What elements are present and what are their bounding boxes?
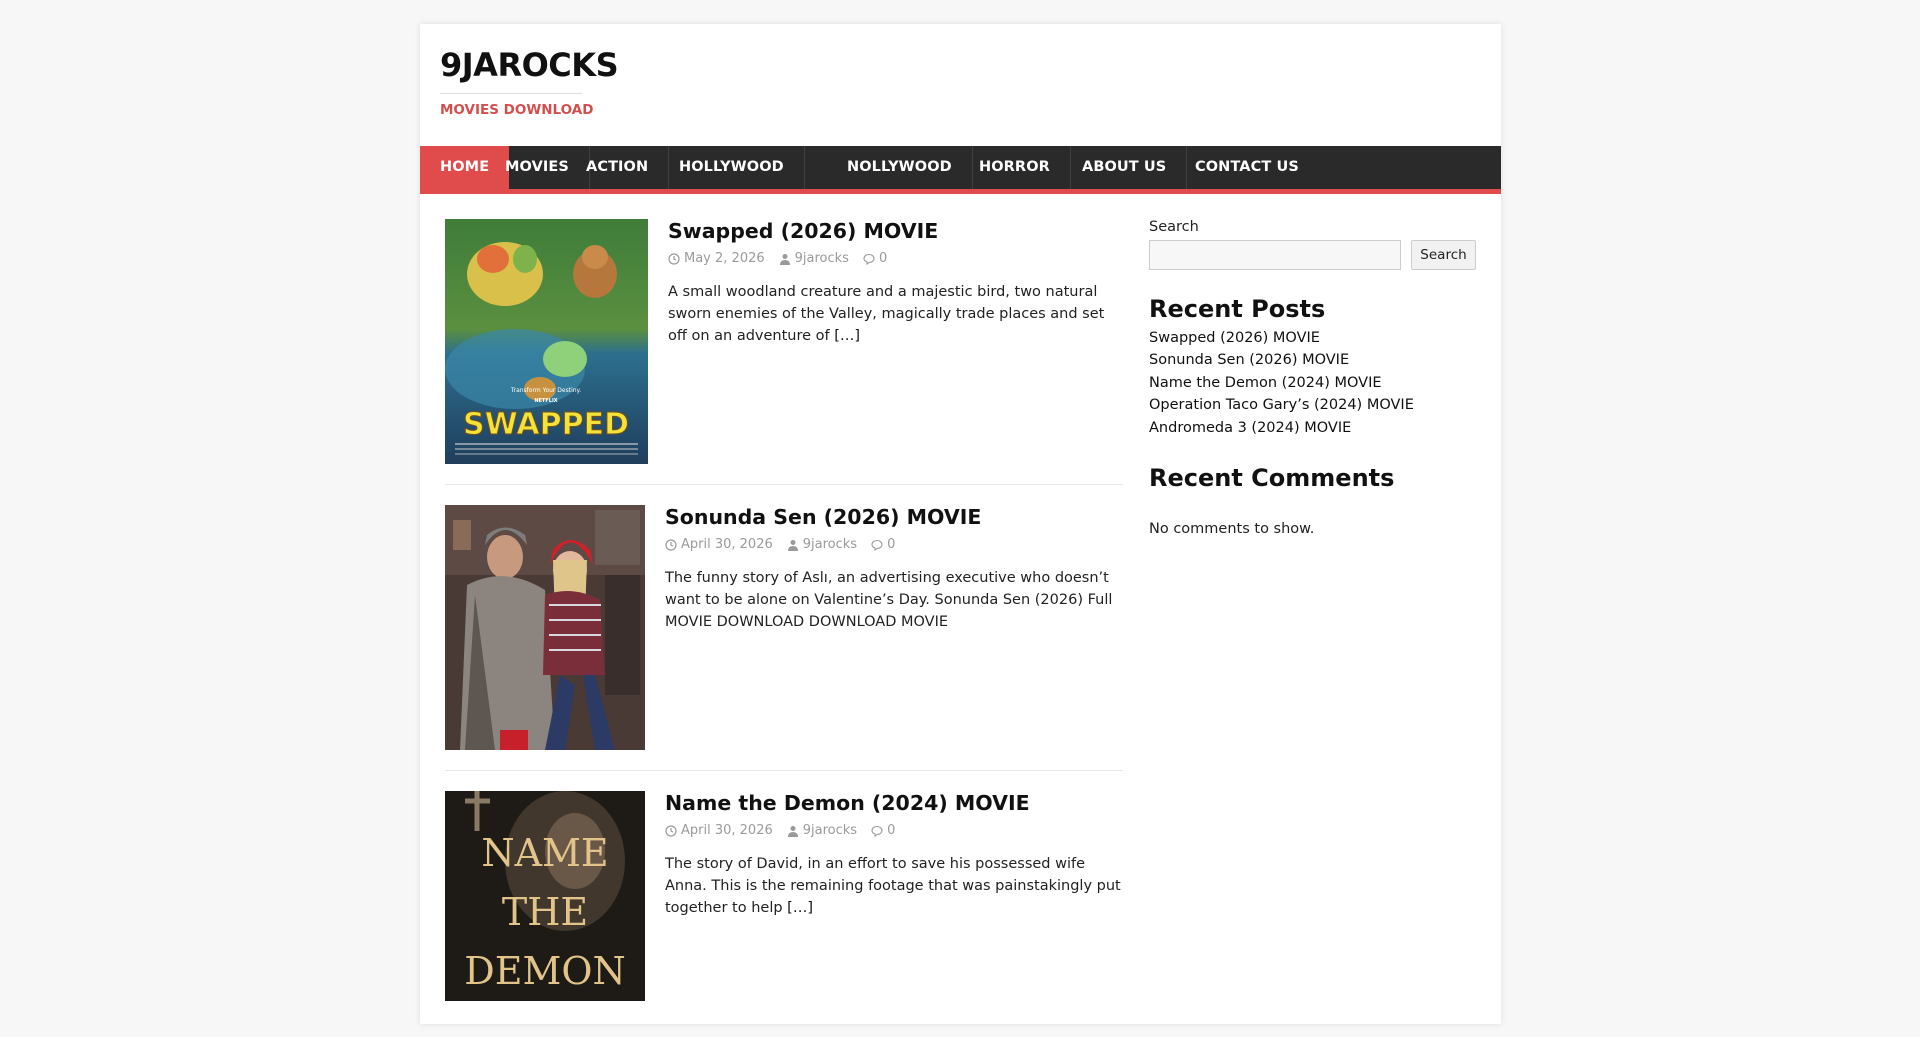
- recent-post-link[interactable]: Name the Demon (2024) MOVIE: [1149, 372, 1414, 394]
- name-the-demon-poster-image: NAME THE DEMON: [445, 791, 645, 1001]
- read-more-link[interactable]: […]: [834, 328, 860, 344]
- post-divider: [445, 484, 1123, 485]
- post-author-text[interactable]: 9jarocks: [803, 537, 857, 552]
- site-header: 9JAROCKS MOVIES DOWNLOAD: [420, 24, 1501, 146]
- post-divider: [445, 770, 1123, 771]
- post-comments[interactable]: 0: [871, 823, 895, 838]
- post-date: May 2, 2026: [668, 251, 765, 266]
- nav-item-action[interactable]: ACTION: [566, 146, 670, 189]
- comment-icon: [863, 253, 875, 265]
- main-navigation: HOME MOVIES ACTION HOLLYWOOD NOLLYWOOD H…: [420, 146, 1501, 194]
- post-date-text: April 30, 2026: [681, 823, 773, 838]
- user-icon: [779, 253, 790, 265]
- search-label: Search: [1149, 219, 1199, 235]
- post-date-text: April 30, 2026: [681, 537, 773, 552]
- title-divider: [440, 93, 582, 94]
- recent-post-link[interactable]: Andromeda 3 (2024) MOVIE: [1149, 417, 1414, 439]
- nav-item-about-us[interactable]: ABOUT US: [1062, 146, 1188, 189]
- post-title[interactable]: Name the Demon (2024) MOVIE: [665, 791, 1030, 815]
- comment-icon: [871, 825, 883, 837]
- post-author-text[interactable]: 9jarocks: [795, 251, 849, 266]
- page-container: 9JAROCKS MOVIES DOWNLOAD HOME MOVIES ACT…: [420, 24, 1501, 1024]
- recent-post-link[interactable]: Operation Taco Gary’s (2024) MOVIE: [1149, 394, 1414, 416]
- clock-icon: [668, 252, 680, 265]
- nav-item-nollywood[interactable]: NOLLYWOOD: [827, 146, 973, 189]
- user-icon: [787, 539, 798, 551]
- post-comments-count[interactable]: 0: [887, 537, 895, 552]
- search-button[interactable]: Search: [1411, 240, 1476, 270]
- post-meta: May 2, 2026 9jarocks 0: [668, 251, 901, 266]
- post-date: April 30, 2026: [665, 537, 773, 552]
- poster-title-line-2: THE: [502, 890, 588, 934]
- search-input[interactable]: [1149, 240, 1401, 270]
- post-excerpt: The funny story of Aslı, an advertising …: [665, 567, 1120, 633]
- nav-item-hollywood[interactable]: HOLLYWOOD: [659, 146, 805, 189]
- poster-title-line-1: NAME: [481, 831, 608, 875]
- site-tagline: MOVIES DOWNLOAD: [440, 102, 594, 118]
- post-excerpt-text: The story of David, in an effort to save…: [665, 856, 1121, 916]
- poster-studio: NETFLIX: [534, 398, 557, 404]
- sonunda-sen-poster-image: [445, 505, 645, 750]
- recent-posts-heading: Recent Posts: [1149, 295, 1326, 323]
- poster-tagline: Transform Your Destiny.: [510, 387, 581, 394]
- post-meta: April 30, 2026 9jarocks 0: [665, 537, 909, 552]
- read-more-link[interactable]: […]: [787, 900, 813, 916]
- swapped-poster-image: Transform Your Destiny. NETFLIX SWAPPED: [445, 219, 648, 464]
- nav-item-contact-us[interactable]: CONTACT US: [1175, 146, 1319, 189]
- post-title[interactable]: Swapped (2026) MOVIE: [668, 219, 938, 243]
- nav-item-horror[interactable]: HORROR: [959, 146, 1071, 189]
- site-title[interactable]: 9JAROCKS: [440, 46, 619, 84]
- post-author[interactable]: 9jarocks: [787, 537, 857, 552]
- post-thumbnail-name-the-demon[interactable]: NAME THE DEMON: [445, 791, 645, 1001]
- post-excerpt: A small woodland creature and a majestic…: [668, 281, 1118, 347]
- post-item: NAME THE DEMON Name the Demon (2024) MOV…: [445, 791, 1123, 1037]
- post-title[interactable]: Sonunda Sen (2026) MOVIE: [665, 505, 981, 529]
- post-comments-count[interactable]: 0: [887, 823, 895, 838]
- post-date-text: May 2, 2026: [684, 251, 765, 266]
- post-meta: April 30, 2026 9jarocks 0: [665, 823, 909, 838]
- post-excerpt-text: The funny story of Aslı, an advertising …: [665, 570, 1113, 630]
- post-comments-count[interactable]: 0: [879, 251, 887, 266]
- clock-icon: [665, 824, 677, 837]
- post-item: Sonunda Sen (2026) MOVIE April 30, 2026 …: [445, 505, 1123, 751]
- post-author[interactable]: 9jarocks: [779, 251, 849, 266]
- post-item: Transform Your Destiny. NETFLIX SWAPPED …: [445, 219, 1123, 465]
- post-thumbnail-sonunda-sen[interactable]: [445, 505, 645, 750]
- recent-comments-heading: Recent Comments: [1149, 464, 1395, 492]
- no-comments-text: No comments to show.: [1149, 521, 1315, 537]
- post-date: April 30, 2026: [665, 823, 773, 838]
- post-thumbnail-swapped[interactable]: Transform Your Destiny. NETFLIX SWAPPED: [445, 219, 648, 464]
- recent-post-link[interactable]: Swapped (2026) MOVIE: [1149, 327, 1414, 349]
- clock-icon: [665, 538, 677, 551]
- poster-title: SWAPPED: [463, 407, 629, 442]
- recent-post-link[interactable]: Sonunda Sen (2026) MOVIE: [1149, 349, 1414, 371]
- post-comments[interactable]: 0: [863, 251, 887, 266]
- post-author-text[interactable]: 9jarocks: [803, 823, 857, 838]
- post-excerpt: The story of David, in an effort to save…: [665, 853, 1125, 919]
- post-comments[interactable]: 0: [871, 537, 895, 552]
- comment-icon: [871, 539, 883, 551]
- recent-posts-list: Swapped (2026) MOVIE Sonunda Sen (2026) …: [1149, 327, 1414, 439]
- post-author[interactable]: 9jarocks: [787, 823, 857, 838]
- poster-title-line-3: DEMON: [464, 949, 626, 993]
- user-icon: [787, 825, 798, 837]
- post-excerpt-text: A small woodland creature and a majestic…: [668, 284, 1105, 344]
